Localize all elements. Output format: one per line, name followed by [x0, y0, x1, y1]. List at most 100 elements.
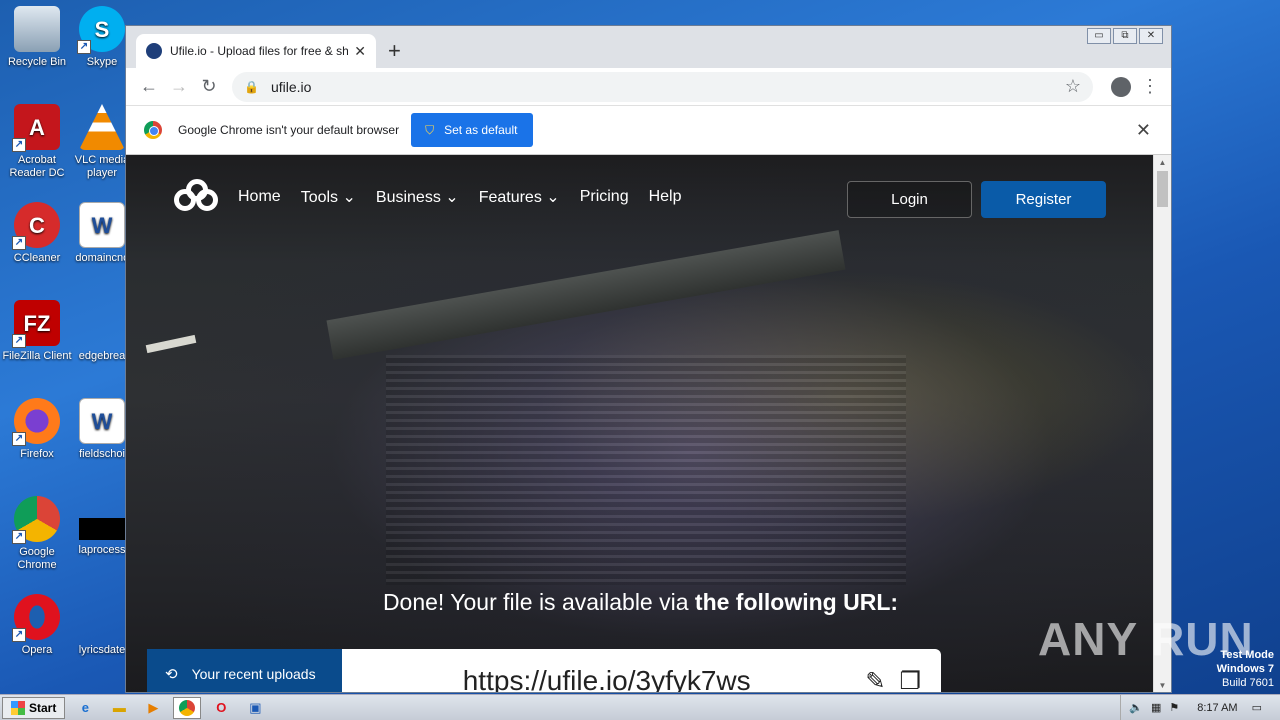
window-controls: ▭ ⧉ ✕: [1087, 28, 1163, 44]
scroll-down-icon[interactable]: ▼: [1154, 678, 1171, 692]
register-button[interactable]: Register: [981, 181, 1106, 218]
clock[interactable]: 8:17 AM: [1197, 702, 1237, 714]
desktop-icon-label: Opera: [21, 644, 53, 656]
lock-icon[interactable]: 🔒: [244, 80, 259, 94]
close-window-button[interactable]: ✕: [1139, 28, 1163, 44]
show-desktop-icon[interactable]: ▭: [1252, 701, 1262, 714]
desktop-icon-domaincnc[interactable]: W domaincnc: [74, 202, 130, 265]
desktop-icon-lyricsdate[interactable]: lyricsdate: [74, 594, 130, 657]
desktop-icon-acrobat[interactable]: A ↗ Acrobat Reader DC: [0, 104, 74, 180]
menu-icon[interactable]: ⋮: [1141, 76, 1159, 97]
nav-tools-label: Tools: [300, 189, 339, 206]
windows-version-line: Windows 7: [1216, 663, 1274, 675]
scroll-up-icon[interactable]: ▲: [1154, 155, 1171, 171]
nav-tools[interactable]: Tools ⌄: [301, 187, 356, 207]
word-document-icon: W: [79, 202, 125, 248]
desktop-icon-vlc[interactable]: VLC media player: [74, 104, 130, 180]
forward-button[interactable]: →: [164, 76, 194, 97]
nav-business-label: Business: [375, 189, 441, 206]
system-tray: 🔈 ▦ ⚑ 8:17 AM ▭: [1120, 695, 1280, 720]
desktop-icon-label: FileZilla Client: [2, 350, 72, 362]
restore-button[interactable]: ⧉: [1113, 28, 1137, 44]
nav-features[interactable]: Features ⌄: [479, 187, 560, 207]
site-nav: Home Tools ⌄ Business ⌄ Features ⌄ Prici…: [174, 179, 702, 215]
internet-explorer-icon[interactable]: e: [71, 697, 99, 719]
ufile-favicon: [146, 43, 162, 59]
browser-tab[interactable]: Ufile.io - Upload files for free & share…: [136, 34, 376, 68]
back-button[interactable]: ←: [134, 76, 164, 97]
desktop-icon-skype[interactable]: S ↗ Skype: [74, 6, 130, 69]
edit-icon[interactable]: ✎: [865, 667, 885, 693]
address-text: ufile.io: [270, 78, 312, 95]
desktop-icon-firefox[interactable]: ↗ Firefox: [0, 398, 74, 461]
profile-avatar-icon[interactable]: [1111, 76, 1131, 97]
minimize-button[interactable]: ▭: [1087, 28, 1111, 44]
desktop-icon-label: Skype: [86, 56, 118, 68]
desktop-icon-chrome[interactable]: ↗ Google Chrome: [0, 496, 74, 572]
start-button[interactable]: Start: [2, 696, 66, 719]
firefox-icon: ↗: [12, 398, 60, 446]
set-as-default-button[interactable]: ⛉ Set as default: [411, 113, 534, 147]
background-light: [145, 334, 197, 354]
desktop-icon-label: lyricsdate: [78, 644, 126, 656]
build-line: Build 7601: [1222, 677, 1274, 689]
infobar-close-icon[interactable]: ✕: [1136, 120, 1151, 141]
nav-pricing[interactable]: Pricing: [580, 188, 629, 206]
chrome-taskbar-icon[interactable]: [173, 696, 202, 719]
history-icon: ⟲: [165, 666, 178, 683]
login-button[interactable]: Login: [847, 181, 972, 218]
chevron-down-icon: ⌄: [342, 189, 356, 206]
action-center-flag-icon[interactable]: ⚑: [1169, 701, 1179, 714]
desktop-icon-label: VLC media player: [74, 154, 130, 179]
chevron-down-icon: ⌄: [546, 189, 560, 206]
file-url[interactable]: https://ufile.io/3yfyk7ws: [362, 665, 851, 692]
ufile-logo[interactable]: [174, 179, 220, 215]
default-browser-infobar: Google Chrome isn't your default browser…: [126, 105, 1171, 155]
scroll-thumb[interactable]: [1157, 171, 1168, 207]
upload-done-message: Done! Your file is available via the fol…: [126, 589, 1155, 616]
ccleaner-icon: C ↗: [12, 202, 60, 250]
address-bar[interactable]: 🔒 ufile.io ☆: [232, 71, 1093, 102]
explorer-folder-icon[interactable]: ▬: [105, 697, 133, 719]
black-file-icon: [79, 518, 125, 540]
file-url-box: https://ufile.io/3yfyk7ws ✎ ❐: [342, 649, 941, 693]
desktop-icon-filezilla[interactable]: FZ ↗ FileZilla Client: [0, 300, 74, 363]
nav-help[interactable]: Help: [649, 188, 682, 206]
desktop-icon-ccleaner[interactable]: C ↗ CCleaner: [0, 202, 74, 265]
desktop-icon-label: domaincnc: [75, 252, 129, 264]
media-player-icon[interactable]: ▶: [139, 697, 167, 719]
vlc-icon: [79, 104, 125, 150]
file-icon: [79, 300, 125, 346]
chevron-down-icon: ⌄: [445, 189, 459, 206]
desktop-icon-label: laprocess: [78, 544, 126, 556]
taskbar: Start e ▬ ▶ O ▣ 🔈 ▦ ⚑ 8:17 AM ▭: [0, 694, 1280, 720]
done-text-strong: the following URL:: [694, 589, 899, 615]
desktop-icon-opera[interactable]: ↗ Opera: [0, 594, 74, 657]
opera-taskbar-icon[interactable]: O: [207, 697, 235, 719]
network-icon[interactable]: ▦: [1151, 701, 1161, 714]
word-document-icon: W: [79, 398, 125, 444]
nav-business[interactable]: Business ⌄: [376, 187, 459, 207]
windows-flag-icon: [11, 700, 25, 715]
start-label: Start: [29, 700, 57, 715]
volume-icon[interactable]: 🔈: [1129, 701, 1143, 714]
nav-home[interactable]: Home: [238, 188, 281, 206]
test-mode-line: Test Mode: [1220, 649, 1274, 661]
reload-button[interactable]: ↻: [194, 76, 224, 97]
desktop-icon-edgebrea[interactable]: edgebrea: [74, 300, 130, 363]
new-tab-button[interactable]: +: [388, 38, 401, 64]
desktop-icon-label: Google Chrome: [17, 546, 57, 571]
desktop-icon-laprocess[interactable]: laprocess: [74, 496, 130, 557]
test-mode-notice: Test Mode Windows 7 Build 7601: [1217, 648, 1274, 690]
desktop-icon-fieldschoi[interactable]: W fieldschoi: [74, 398, 130, 461]
copy-icon[interactable]: ❐: [899, 667, 921, 693]
bookmark-star-icon[interactable]: ☆: [1065, 76, 1081, 97]
window-taskbar-icon[interactable]: ▣: [241, 697, 269, 719]
background-graffiti-shutter: [386, 355, 906, 585]
desktop-icon-recycle-bin[interactable]: Recycle Bin: [0, 6, 74, 69]
tab-close-icon[interactable]: ✕: [354, 43, 366, 60]
set-as-default-label: Set as default: [444, 123, 518, 137]
filezilla-icon: FZ ↗: [12, 300, 60, 348]
tab-title: Ufile.io - Upload files for free & share: [170, 44, 349, 58]
recent-uploads-button[interactable]: ⟲ Your recent uploads: [147, 649, 342, 692]
